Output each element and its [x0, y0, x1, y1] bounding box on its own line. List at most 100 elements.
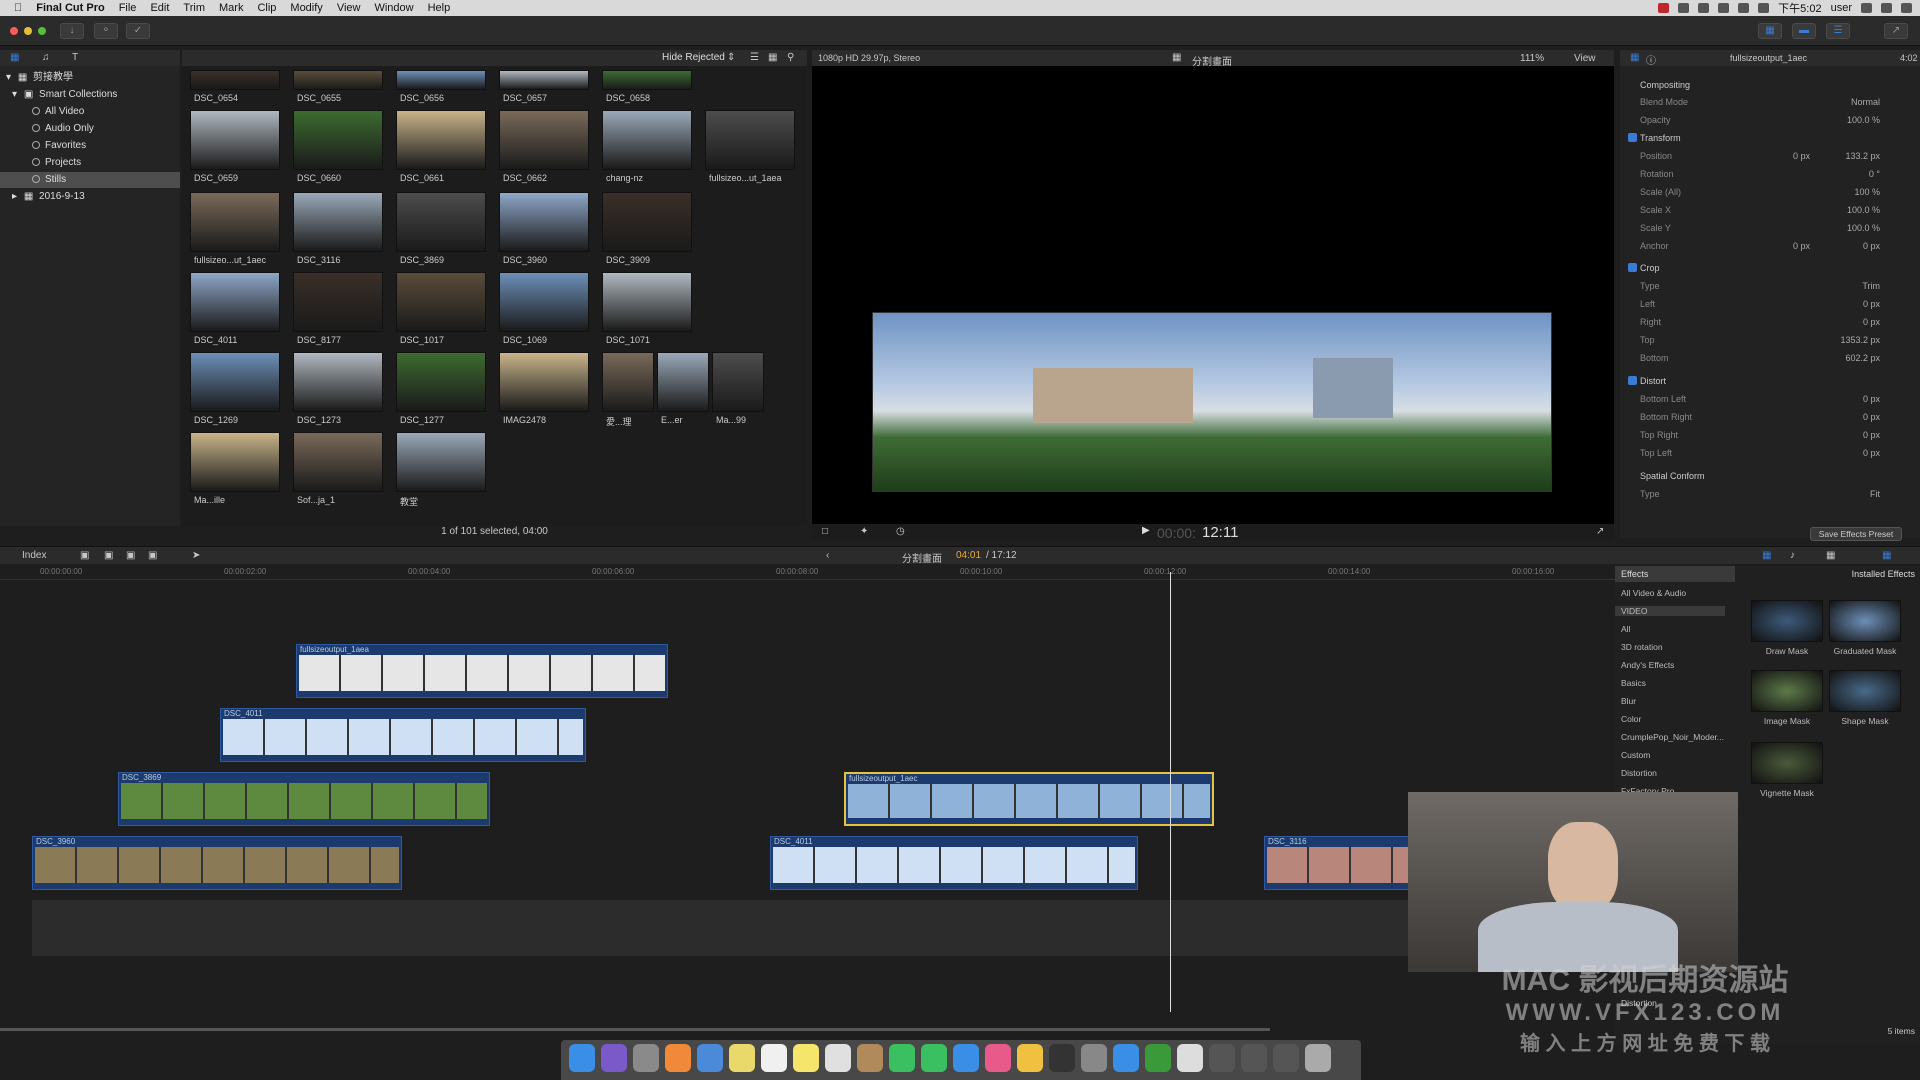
menu-user[interactable]: user — [1831, 2, 1852, 14]
skimming-icon[interactable]: ▦ — [1762, 550, 1771, 561]
bottom-left-value[interactable]: 0 px — [1863, 394, 1880, 404]
effect-thumbnail[interactable] — [1751, 742, 1823, 784]
scale-y-value[interactable]: 100.0 % — [1847, 223, 1880, 233]
scale-x-value[interactable]: 100.0 % — [1847, 205, 1880, 215]
effects-category-item[interactable]: Basics — [1621, 678, 1646, 688]
folder-icon[interactable] — [1273, 1044, 1299, 1072]
clip-thumbnail[interactable] — [602, 110, 692, 170]
enhance-icon[interactable]: ✦ — [860, 526, 868, 537]
section-crop[interactable]: Crop — [1640, 263, 1660, 273]
clip-thumbnail[interactable] — [190, 70, 280, 90]
scale-all-value[interactable]: 100 % — [1854, 187, 1880, 197]
distort-checkbox[interactable] — [1628, 376, 1637, 385]
disclosure-down-icon[interactable]: ▾ — [12, 89, 17, 100]
notes-icon[interactable] — [729, 1044, 755, 1072]
timeline-clip[interactable]: DSC_4011 — [770, 836, 1138, 890]
position-y[interactable]: 133.2 px — [1845, 151, 1880, 161]
search-icon[interactable] — [1861, 3, 1872, 13]
input-icon[interactable] — [1758, 3, 1770, 13]
volume-icon[interactable] — [1738, 3, 1750, 13]
itunes-icon[interactable] — [985, 1044, 1011, 1072]
timeline-clip[interactable]: DSC_4011 — [220, 708, 586, 762]
disclosure-right-icon[interactable]: ▸ — [12, 191, 17, 202]
clip-thumbnail[interactable] — [293, 192, 383, 252]
transform-tool-icon[interactable]: □ — [822, 526, 828, 537]
clip-thumbnail[interactable] — [396, 70, 486, 90]
clip-thumbnail[interactable] — [499, 110, 589, 170]
list-view-icon[interactable]: ☰ — [750, 52, 759, 63]
clip-thumbnail[interactable] — [499, 192, 589, 252]
clip-thumbnail[interactable] — [602, 192, 692, 252]
calendar-icon[interactable] — [761, 1044, 787, 1072]
menu-clock[interactable]: 下午5:02 — [1778, 0, 1821, 16]
opacity-value[interactable]: 100.0 % — [1847, 115, 1880, 125]
messages-icon[interactable] — [889, 1044, 915, 1072]
section-compositing[interactable]: Compositing — [1640, 80, 1690, 90]
clip-thumbnail[interactable] — [190, 110, 280, 170]
speed-icon[interactable]: ◷ — [896, 526, 905, 537]
menu-view[interactable]: View — [337, 2, 361, 14]
clip-thumbnail[interactable] — [293, 70, 383, 90]
clip-thumbnail[interactable] — [190, 192, 280, 252]
section-spatial-conform[interactable]: Spatial Conform — [1640, 471, 1705, 481]
menu-mark[interactable]: Mark — [219, 2, 243, 14]
clip-thumbnail[interactable] — [396, 110, 486, 170]
insert-clip-icon[interactable]: ▣ — [104, 550, 113, 561]
textedit-icon[interactable] — [825, 1044, 851, 1072]
clip-thumbnail[interactable] — [499, 352, 589, 412]
clip-thumbnail[interactable] — [602, 272, 692, 332]
sidebar-item-audio-only[interactable]: Audio Only — [0, 121, 180, 137]
effects-category-item[interactable]: Distortion — [1621, 768, 1657, 778]
timeline-pane[interactable]: fullsizeoutput_1aea DSC_4011 DSC_3869 fulls… — [0, 572, 1615, 1031]
info-inspector-icon[interactable]: ⓘ — [1646, 52, 1656, 67]
effect-thumbnail[interactable] — [1829, 670, 1901, 712]
append-clip-icon[interactable]: ▣ — [126, 550, 135, 561]
clip-thumbnail[interactable] — [293, 352, 383, 412]
conform-type-select[interactable]: Fit — [1870, 489, 1880, 499]
timeline-clip[interactable]: DSC_3869 — [118, 772, 490, 826]
top-left-value[interactable]: 0 px — [1863, 448, 1880, 458]
clip-thumbnail[interactable] — [293, 432, 383, 492]
layout-timeline-icon[interactable]: ▬ — [1792, 23, 1816, 39]
zoom-dropdown[interactable]: 111% — [1520, 53, 1544, 64]
minimize-window-icon[interactable] — [24, 27, 32, 35]
siri-icon[interactable] — [601, 1044, 627, 1072]
crop-right-value[interactable]: 0 px — [1863, 317, 1880, 327]
smart-collections-row[interactable]: ▾ ▣ Smart Collections — [0, 87, 180, 103]
anchor-y[interactable]: 0 px — [1863, 241, 1880, 251]
app-store-icon[interactable] — [953, 1044, 979, 1072]
sidebar-item-all-video[interactable]: All Video — [0, 104, 180, 120]
import-icon[interactable]: ↓ — [60, 23, 84, 39]
menu-file[interactable]: File — [119, 2, 137, 14]
menu-modify[interactable]: Modify — [290, 2, 322, 14]
effect-thumbnail[interactable] — [1829, 600, 1901, 642]
menu-trim[interactable]: Trim — [183, 2, 205, 14]
effects-category-item[interactable]: All — [1621, 624, 1630, 634]
clip-thumbnail[interactable] — [602, 70, 692, 90]
effects-category-item[interactable]: Blur — [1621, 696, 1636, 706]
search-icon[interactable]: ⚲ — [787, 52, 794, 63]
clip-thumbnail[interactable] — [190, 432, 280, 492]
clip-thumbnail[interactable] — [396, 192, 486, 252]
overwrite-clip-icon[interactable]: ▣ — [148, 550, 157, 561]
layout-browser-icon[interactable]: ▦ — [1758, 23, 1782, 39]
clip-thumbnail[interactable] — [499, 272, 589, 332]
final-cut-icon[interactable] — [1049, 1044, 1075, 1072]
clip-thumbnail[interactable] — [190, 272, 280, 332]
library-root[interactable]: ▾ ▦ 剪接教學 — [0, 70, 180, 86]
rotation-value[interactable]: 0 ° — [1869, 169, 1880, 179]
filter-dropdown[interactable]: Hide Rejected — [662, 52, 725, 63]
background-tasks-icon[interactable]: ✓ — [126, 23, 150, 39]
titles-generators-icon[interactable]: T — [72, 52, 78, 63]
save-effects-preset-button[interactable]: Save Effects Preset — [1810, 527, 1902, 541]
timeline-clip[interactable]: DSC_3116 — [1264, 836, 1412, 890]
clip-thumbnail[interactable] — [396, 352, 486, 412]
clip-thumbnail[interactable] — [293, 110, 383, 170]
clip-thumbnail[interactable] — [499, 70, 589, 90]
audio-skimming-icon[interactable]: ♪ — [1790, 550, 1795, 561]
effect-thumbnail[interactable] — [1751, 670, 1823, 712]
stickies-icon[interactable] — [793, 1044, 819, 1072]
motion-icon[interactable] — [1145, 1044, 1171, 1072]
installed-effects-dropdown[interactable]: Installed Effects — [1739, 569, 1915, 579]
section-transform[interactable]: Transform — [1640, 133, 1681, 143]
